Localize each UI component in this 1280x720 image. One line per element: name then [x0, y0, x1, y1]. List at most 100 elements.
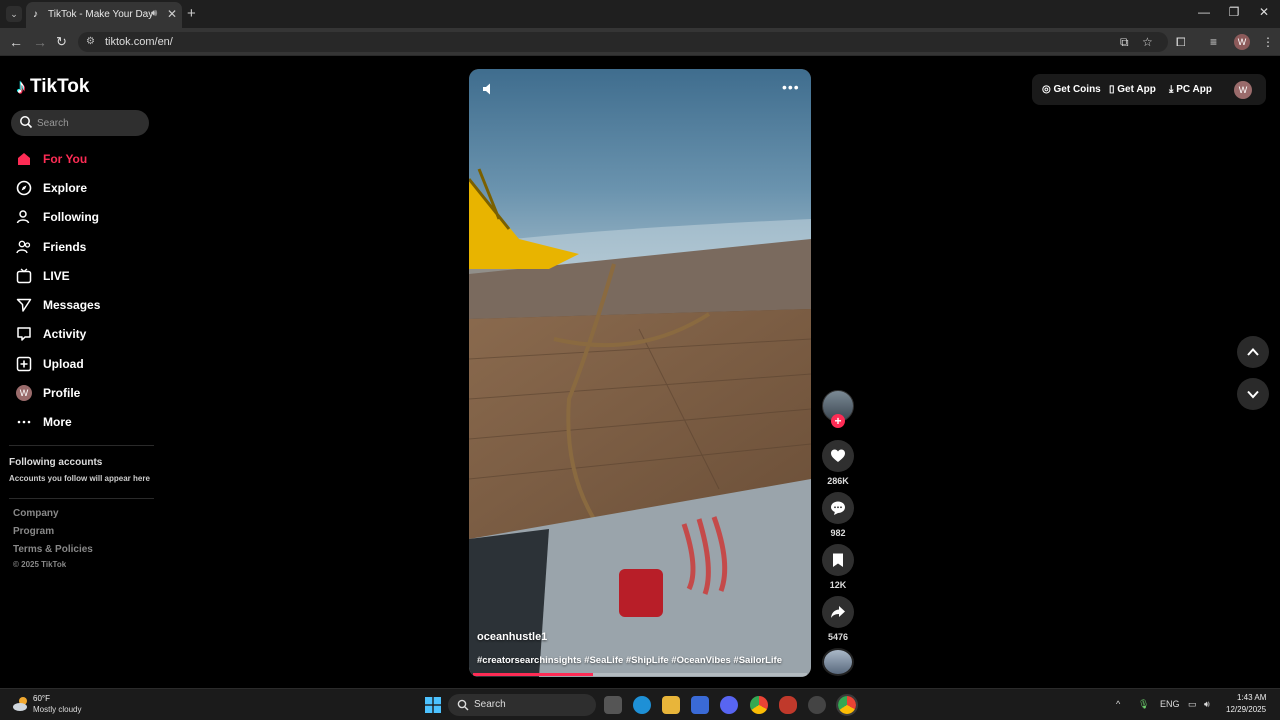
sidebar-item-explore[interactable]: Explore [0, 173, 160, 202]
windows-taskbar: 60°F Mostly cloudy Search ^ 🎙︎ ENG ▭ 🔊︎ … [0, 688, 1280, 720]
sidebar-item-messages[interactable]: Messages [0, 290, 160, 319]
store-icon[interactable] [691, 696, 709, 714]
tray-overflow-icon[interactable]: ^ [1116, 699, 1120, 709]
chrome-active-icon[interactable] [836, 694, 858, 716]
browser-profile-avatar[interactable]: W [1234, 34, 1250, 50]
avatar: W [16, 385, 32, 402]
search-box[interactable] [11, 110, 149, 136]
task-view-icon[interactable] [604, 696, 622, 714]
home-icon [16, 151, 32, 167]
previous-video-button[interactable] [1237, 336, 1269, 368]
footer-link-terms[interactable]: Terms & Policies [13, 544, 93, 555]
tiktok-note-icon: ♪ [16, 75, 26, 98]
sidebar-item-for-you[interactable]: For You [0, 144, 160, 173]
volume-tray-icon[interactable]: 🔊︎ [1204, 699, 1210, 710]
microphone-icon[interactable]: 🎙︎ [1138, 699, 1149, 710]
sidebar-item-label: Explore [43, 180, 88, 195]
pc-app-button[interactable]: ⤓ PC App [1169, 84, 1212, 95]
network-icon[interactable]: ▭ [1188, 699, 1197, 710]
edge-icon[interactable] [633, 696, 651, 714]
discord-icon[interactable] [720, 696, 738, 714]
video-hashtags[interactable]: #creatorsearchinsights #SeaLife #ShipLif… [477, 655, 782, 666]
sidebar-item-label: For You [43, 151, 88, 166]
save-count: 12K [829, 580, 847, 590]
save-button[interactable] [822, 544, 854, 576]
video-author[interactable]: oceanhustle1 [477, 631, 547, 643]
get-coins-button[interactable]: ◎ Get Coins [1042, 84, 1101, 95]
search-icon [20, 116, 33, 129]
back-button[interactable]: ← [9, 34, 23, 50]
chevron-up-icon [1247, 348, 1259, 356]
sidebar-item-live[interactable]: LIVE [0, 261, 160, 290]
taskbar-search[interactable]: Search [448, 694, 596, 716]
video-progress-bar[interactable] [473, 673, 807, 676]
like-button[interactable] [822, 440, 854, 472]
footer-link-company[interactable]: Company [13, 508, 59, 519]
sidebar-item-label: Messages [43, 298, 101, 313]
clock-date[interactable]: 12/29/2025 [1226, 705, 1266, 714]
top-actions-bar: ◎ Get Coins ▯ Get App ⤓ PC App [1032, 74, 1266, 105]
new-tab-button[interactable]: + [187, 5, 196, 22]
compass-icon [16, 180, 32, 196]
tab-search-dropdown[interactable]: ⌄ [6, 6, 22, 22]
more-icon [16, 414, 32, 430]
music-disc[interactable] [822, 648, 854, 676]
install-app-icon[interactable]: ⧉ [1120, 35, 1129, 50]
heart-icon [831, 449, 845, 462]
user-avatar[interactable]: W [1234, 81, 1252, 99]
comment-count: 982 [830, 528, 846, 538]
search-input[interactable] [37, 114, 143, 132]
weather-cloud-icon[interactable] [12, 695, 30, 713]
bookmark-icon [833, 553, 843, 567]
footer-link-program[interactable]: Program [13, 526, 54, 537]
tiktok-logo[interactable]: ♪ TikTok [16, 75, 89, 99]
extensions-icon[interactable]: ⧠ [1176, 35, 1186, 50]
sidebar-item-more[interactable]: More [0, 408, 160, 437]
share-icon [831, 606, 845, 618]
windows-start-icon[interactable] [425, 697, 441, 713]
reload-button[interactable]: ↻ [56, 34, 67, 50]
bookmark-star-icon[interactable]: ☆ [1142, 35, 1153, 49]
browser-tab-bar: ⌄ ♪ TikTok - Make Your Day 🔊︎ ✕ + — ❐ ✕ [0, 0, 1280, 28]
microphone-app-icon[interactable] [779, 696, 797, 714]
file-explorer-icon[interactable] [662, 696, 680, 714]
video-progress-fill [473, 673, 594, 676]
clock-time[interactable]: 1:43 AM [1237, 693, 1266, 702]
sidebar-item-label: Upload [43, 356, 84, 371]
media-controls-icon[interactable]: ≡ [1210, 35, 1217, 49]
restore-button[interactable]: ❐ [1224, 5, 1244, 19]
site-info-icon[interactable]: ⚙ [86, 36, 98, 48]
sidebar-item-friends[interactable]: Friends [0, 232, 160, 261]
browser-toolbar: ← → ↻ ⚙ tiktok.com/en/ ⧉ ☆ ⧠ ≡ ⋮ [0, 28, 1280, 56]
video-frame [469, 69, 811, 677]
divider [9, 498, 154, 499]
browser-menu-icon[interactable]: ⋮ [1262, 35, 1274, 49]
get-app-button[interactable]: ▯ Get App [1109, 84, 1156, 95]
brand-name: TikTok [30, 76, 90, 97]
language-indicator[interactable]: ENG [1160, 699, 1180, 709]
share-button[interactable] [822, 596, 854, 628]
volume-icon[interactable] [481, 81, 497, 97]
search-icon [457, 699, 469, 711]
video-more-options-icon[interactable]: ••• [782, 79, 800, 95]
comment-button[interactable] [822, 492, 854, 524]
chrome-icon[interactable] [750, 696, 768, 714]
video-player[interactable]: ••• oceanhustle1 #creatorsearchinsights … [469, 69, 811, 677]
app-icon[interactable] [808, 696, 826, 714]
browser-tab[interactable]: ♪ TikTok - Make Your Day 🔊︎ ✕ [26, 2, 182, 28]
follow-plus-icon[interactable]: + [831, 414, 845, 428]
tab-close-icon[interactable]: ✕ [167, 7, 177, 21]
sidebar-item-upload[interactable]: Upload [0, 349, 160, 378]
forward-button[interactable]: → [33, 34, 47, 50]
chevron-down-icon [1247, 390, 1259, 399]
tab-audio-icon[interactable]: 🔊︎ [151, 8, 157, 19]
address-bar[interactable]: ⚙ tiktok.com/en/ [78, 32, 1168, 52]
close-window-button[interactable]: ✕ [1254, 5, 1274, 19]
minimize-button[interactable]: — [1194, 5, 1214, 19]
next-video-button[interactable] [1237, 378, 1269, 410]
sidebar-item-profile[interactable]: W Profile [0, 378, 160, 407]
sidebar-item-following[interactable]: Following [0, 203, 160, 232]
sidebar-item-label: Following [43, 210, 99, 225]
sidebar-item-activity[interactable]: Activity [0, 320, 160, 349]
sidebar-nav: For You Explore Following Friends LIVE M… [0, 144, 160, 437]
